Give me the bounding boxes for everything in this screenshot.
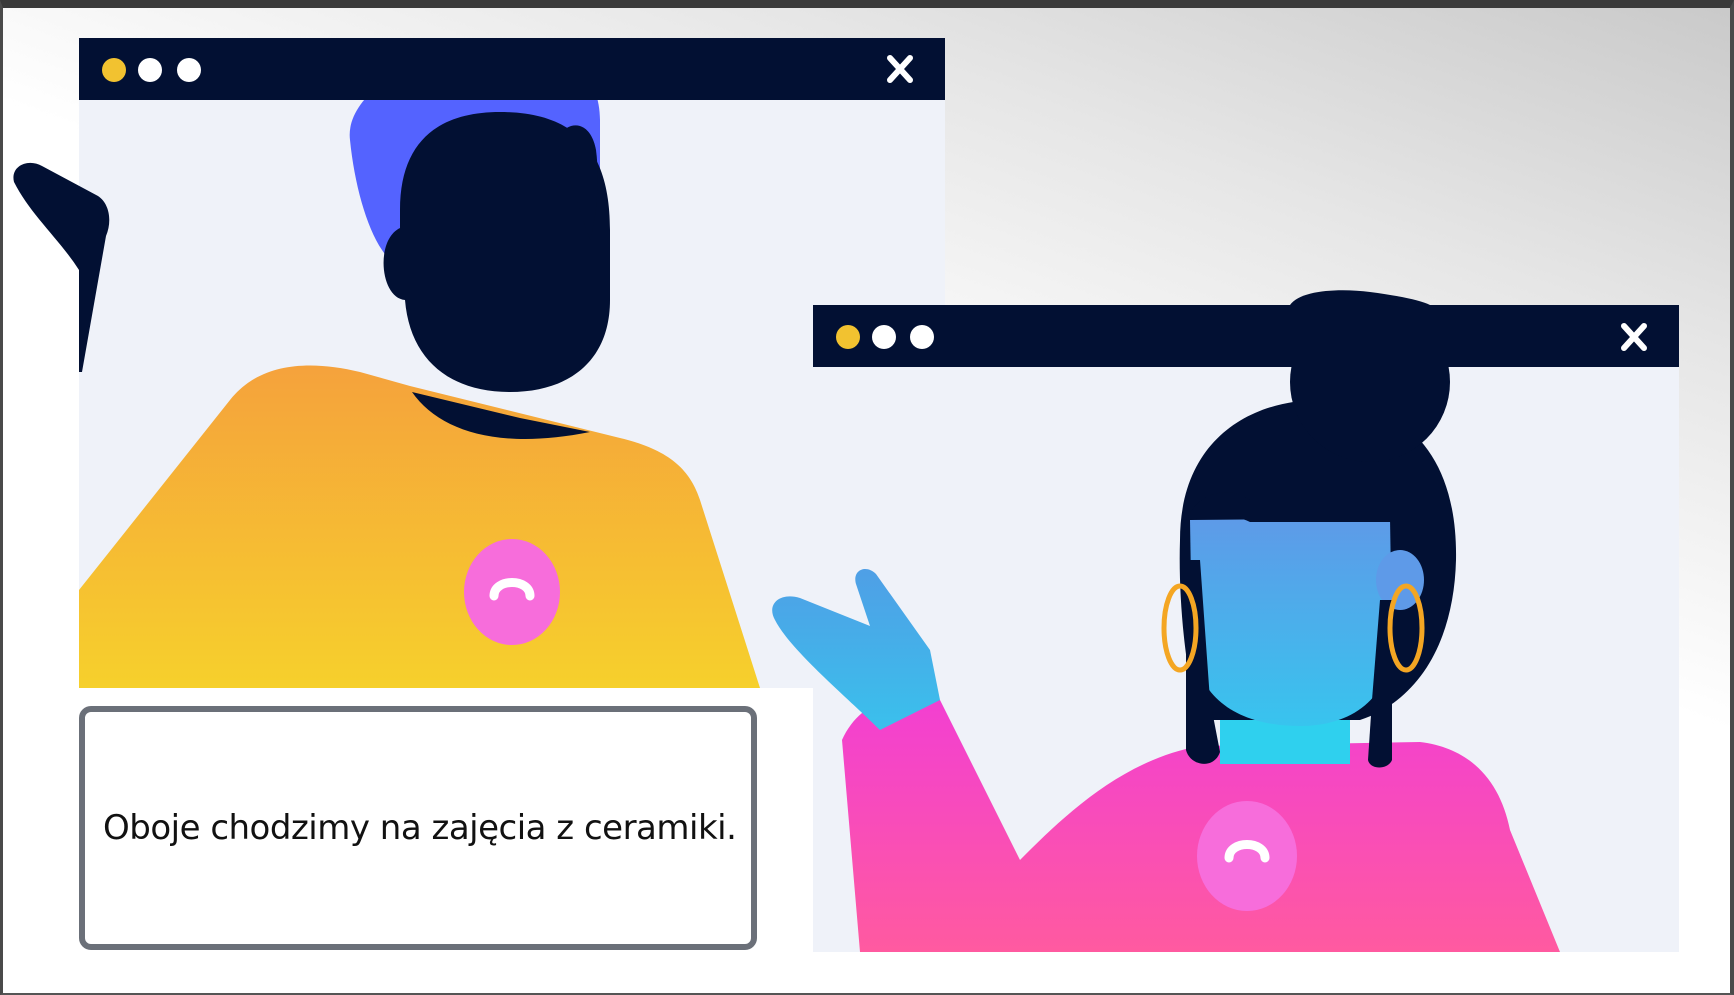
woman-face: [1190, 518, 1392, 726]
maximize-dot[interactable]: [872, 325, 896, 349]
video-call-window-right: [772, 290, 1679, 952]
restore-dot[interactable]: [177, 58, 201, 82]
subtitle-text: Oboje chodzimy na zajęcia z ceramiki.: [103, 808, 737, 848]
right-window-titlebar: [813, 305, 1679, 367]
maximize-dot[interactable]: [138, 58, 162, 82]
left-window-titlebar: [79, 38, 945, 100]
subtitle-box: Oboje chodzimy na zajęcia z ceramiki.: [79, 706, 757, 950]
video-call-window-left: [13, 38, 945, 688]
hang-up-button-right[interactable]: [1197, 801, 1297, 911]
minimize-dot[interactable]: [836, 325, 860, 349]
hang-up-button-left[interactable]: [464, 539, 560, 645]
minimize-dot[interactable]: [102, 58, 126, 82]
restore-dot[interactable]: [910, 325, 934, 349]
woman-neck: [1220, 720, 1350, 764]
